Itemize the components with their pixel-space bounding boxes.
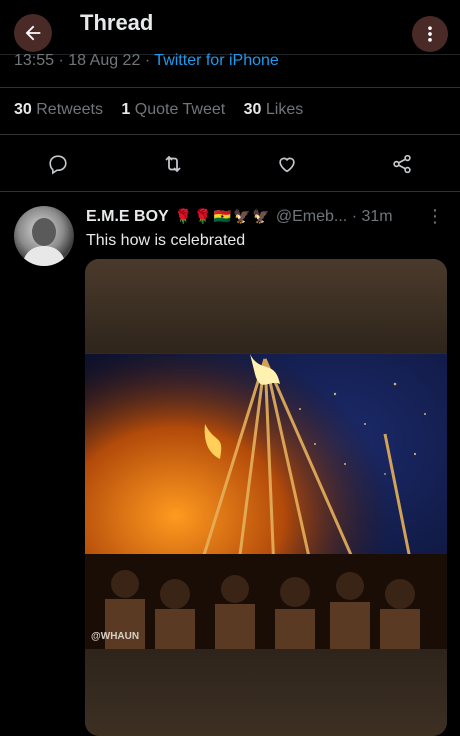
reply-text: This how is celebrated — [86, 232, 246, 249]
reply-button[interactable] — [40, 146, 76, 182]
likes-label: Likes — [265, 101, 304, 118]
tweet-date: 18 Aug 22 — [68, 52, 141, 69]
media-blur-top — [85, 259, 447, 353]
back-button[interactable] — [14, 14, 52, 52]
retweets-stat[interactable]: 30 Retweets — [14, 101, 103, 118]
quote-tweets-count: 1 — [121, 101, 131, 118]
arrow-left-icon — [25, 25, 41, 41]
share-icon — [393, 154, 411, 174]
reply-time: · 31m — [351, 208, 393, 225]
likes-stat[interactable]: 30 Likes — [244, 101, 304, 118]
reply-header: E.M.E BOY 🌹🌹🇬🇭🦅🦅 @Emeb... · 31m — [86, 208, 446, 226]
likes-count: 30 — [243, 101, 262, 118]
divider — [0, 87, 460, 88]
reply-author-handle[interactable]: @Emeb... — [276, 208, 347, 225]
more-vertical-icon — [428, 26, 432, 42]
retweets-label: Retweets — [36, 101, 103, 118]
page-title: Thread — [80, 10, 154, 35]
avatar-portrait — [22, 218, 66, 266]
divider — [0, 134, 460, 135]
media-watermark: @WHAUN — [91, 631, 139, 642]
more-options-button[interactable] — [412, 16, 448, 52]
reply-icon — [49, 155, 67, 175]
like-button[interactable] — [269, 146, 305, 182]
tweet-stats: 30 Retweets 1 Quote Tweet 30 Likes — [14, 101, 317, 119]
retweet-icon — [165, 155, 181, 173]
media-blur-bottom — [85, 649, 447, 736]
like-icon — [279, 157, 295, 173]
tweet-source-link[interactable]: Twitter for iPhone — [154, 52, 279, 69]
tweet-time: 13:55 — [14, 52, 55, 69]
separator: · — [58, 52, 64, 69]
tweet-timestamp-line: 13:55 · 18 Aug 22 · Twitter for iPhone — [14, 52, 279, 70]
reply-author-name[interactable]: E.M.E BOY — [86, 208, 169, 225]
retweet-button[interactable] — [155, 146, 191, 182]
media-photo-bonfire: @WHAUN — [85, 354, 447, 649]
share-button[interactable] — [384, 146, 420, 182]
reply-more-icon[interactable]: ⋮ — [426, 206, 444, 227]
quote-tweets-label: Quote Tweet — [134, 101, 226, 118]
tweet-action-bar — [0, 146, 460, 182]
divider — [0, 191, 460, 192]
reply-author-emojis: 🌹🌹🇬🇭🦅🦅 — [174, 208, 272, 224]
avatar[interactable] — [14, 206, 74, 266]
separator: · — [144, 52, 151, 69]
top-bar: Thread — [0, 0, 460, 55]
quote-tweets-stat[interactable]: 1 Quote Tweet — [121, 101, 225, 118]
reply-media[interactable]: @WHAUN — [85, 259, 447, 736]
retweets-count: 30 — [14, 101, 32, 118]
